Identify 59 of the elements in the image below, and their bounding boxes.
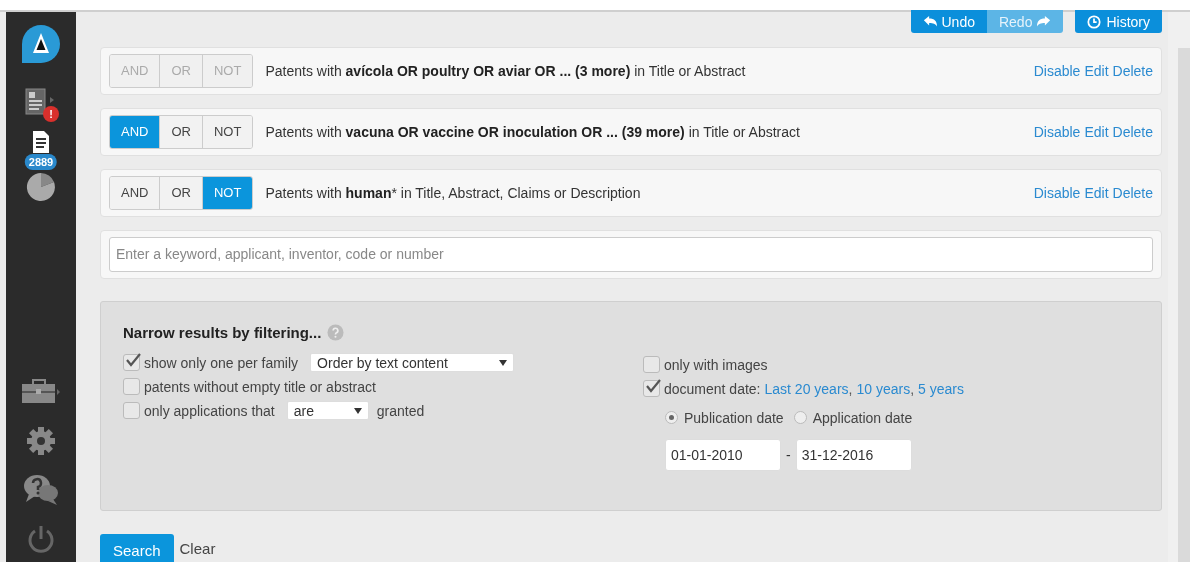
separator-text: , <box>910 380 915 397</box>
checkbox[interactable] <box>643 356 660 374</box>
filter-heading: Narrow results by filtering... <box>123 323 322 341</box>
checkbox[interactable] <box>643 380 660 398</box>
clear-button[interactable]: Clear <box>179 539 216 557</box>
dropdown[interactable]: Order by text content <box>310 353 515 373</box>
toolbox-icon[interactable] <box>21 378 61 404</box>
search-button[interactable]: Search <box>100 534 174 562</box>
option-label: document date: <box>664 380 761 397</box>
undo-button[interactable]: Undo <box>910 10 987 33</box>
action-link[interactable]: Delete <box>1112 123 1153 140</box>
date-preset-link[interactable]: 5 years <box>918 380 964 397</box>
query-description: Patents with avícola OR poultry OR aviar OR ... (3 more) in Title or Abstract <box>265 62 747 79</box>
curved-arrow-right-icon <box>1037 14 1052 29</box>
date-preset-link[interactable]: Last 20 years <box>764 380 849 397</box>
action-link[interactable]: Disable <box>1033 123 1081 140</box>
help-chat-icon[interactable] <box>23 474 59 506</box>
date-field[interactable]: 31-12-2016 <box>795 438 912 471</box>
option-label: only applications that <box>144 402 275 419</box>
checkbox[interactable] <box>123 378 140 396</box>
query-description: Patents with human* in Title, Abstract, Claims or Description <box>265 184 642 201</box>
radio-label: Application date <box>812 409 913 426</box>
dash-separator: - <box>786 446 791 463</box>
date-field[interactable]: 01-01-2010 <box>665 438 781 471</box>
power-icon[interactable] <box>27 524 55 554</box>
action-link[interactable]: Edit <box>1084 184 1109 201</box>
separator-text: , <box>848 380 853 397</box>
radio-button[interactable] <box>793 411 807 425</box>
search-field[interactable]: Enter a keyword, applicant, inventor, code or number <box>109 236 1153 272</box>
option-label: patents without empty title or abstract <box>144 378 376 395</box>
pie-chart-icon[interactable] <box>26 172 56 202</box>
operator-toggle[interactable]: AND <box>110 115 160 148</box>
alert-badge: ! <box>43 106 59 122</box>
radio-label: Publication date <box>684 409 784 426</box>
operator-toggle[interactable]: NOT <box>201 176 253 209</box>
action-link[interactable]: Disable <box>1033 184 1081 201</box>
operator-toggle[interactable]: OR <box>159 115 202 148</box>
clock-icon <box>1087 14 1102 29</box>
caret-icon <box>499 359 508 366</box>
checkbox[interactable] <box>123 402 140 420</box>
scrollbar[interactable] <box>1168 12 1190 562</box>
curved-arrow-left-icon <box>922 14 937 29</box>
radio-button[interactable] <box>665 411 678 425</box>
document-icon[interactable] <box>30 130 52 154</box>
checkbox[interactable] <box>123 354 140 372</box>
operator-toggle[interactable]: OR <box>159 176 202 209</box>
option-label: granted <box>376 402 425 419</box>
caret-icon <box>353 407 362 414</box>
action-link[interactable]: Delete <box>1112 184 1153 201</box>
option-label: only with images <box>664 356 768 373</box>
operator-toggle[interactable]: AND <box>110 176 160 209</box>
history-button[interactable]: History <box>1075 10 1162 33</box>
query-description: Patents with vacuna OR vaccine OR inoculation OR ... (39 more) in Title or Abstract <box>265 123 801 140</box>
count-badge: 2889 <box>24 154 58 170</box>
option-label: show only one per family <box>144 354 299 371</box>
settings-icon[interactable] <box>26 426 56 456</box>
action-link[interactable]: Edit <box>1084 123 1109 140</box>
dropdown[interactable]: are <box>286 401 369 421</box>
operator-toggle[interactable]: NOT <box>201 115 253 148</box>
